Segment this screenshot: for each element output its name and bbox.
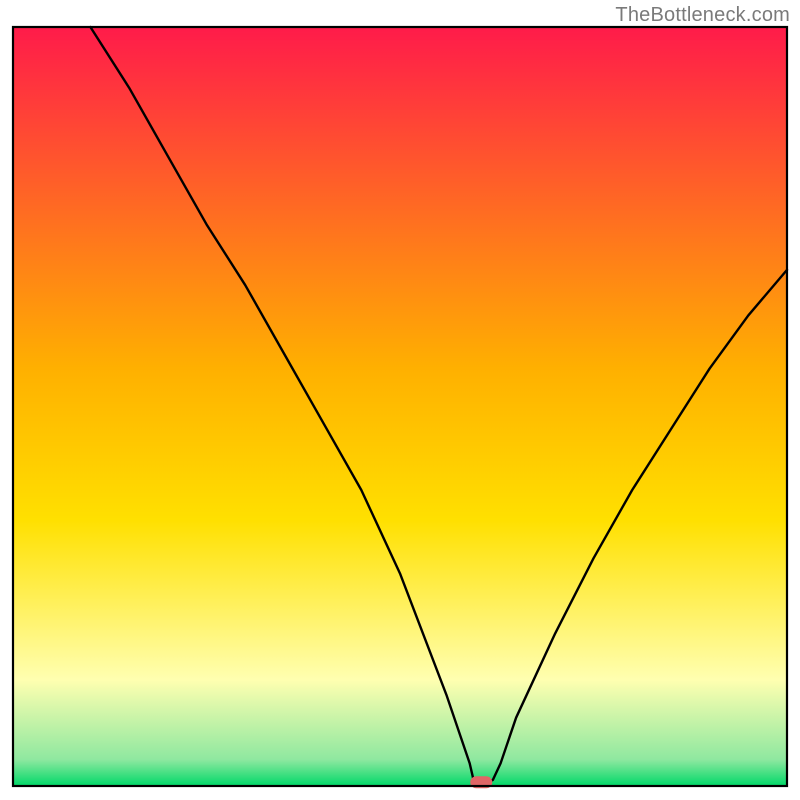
- plot-background: [13, 27, 787, 786]
- plot-svg: [0, 0, 800, 800]
- plot-area: [13, 27, 787, 788]
- attribution-label: TheBottleneck.com: [615, 4, 790, 27]
- bottleneck-chart: TheBottleneck.com: [0, 0, 800, 800]
